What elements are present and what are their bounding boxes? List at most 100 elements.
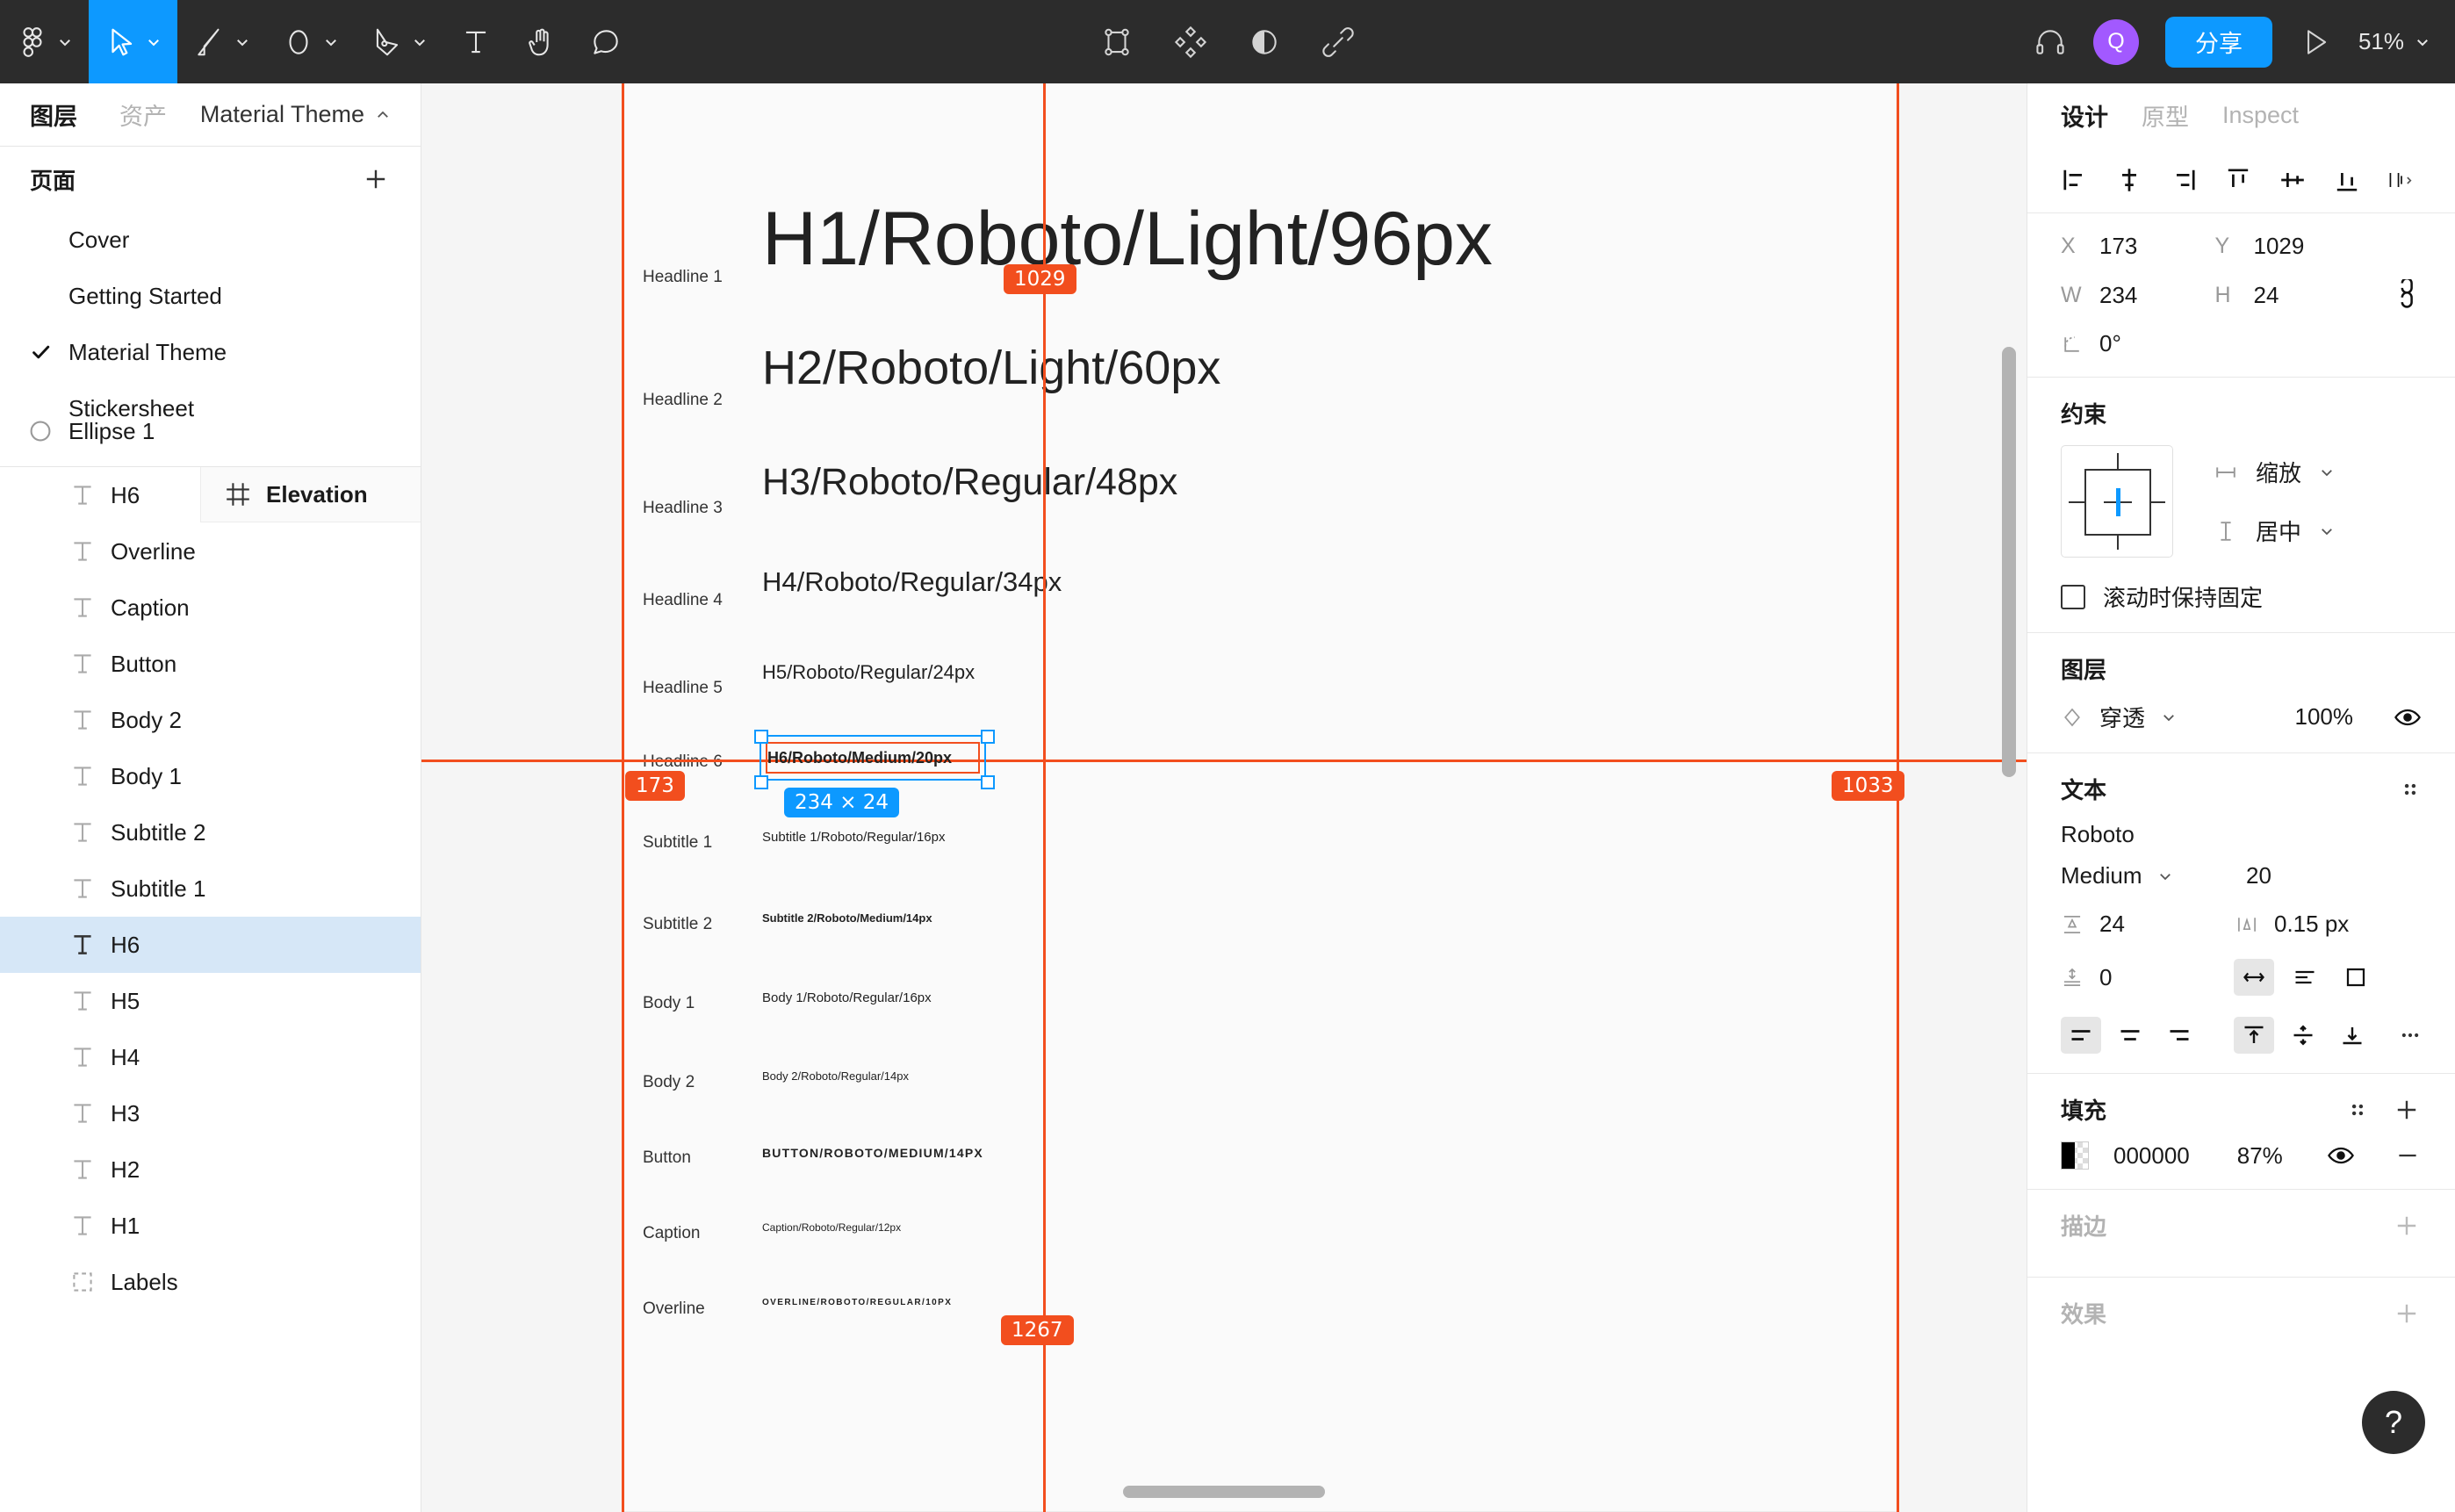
text-align-right-icon[interactable] [2159,1017,2199,1054]
hand-tool-button[interactable] [508,0,573,83]
resize-handle-bottom-left[interactable] [754,775,768,789]
specimen-text[interactable]: Subtitle 1/Roboto/Regular/16px [762,830,945,845]
text-valign-top-icon[interactable] [2234,1017,2274,1054]
constrain-proportions-icon[interactable] [2395,279,2422,311]
layer-row-h1[interactable]: H1 [0,1198,421,1254]
link-icon[interactable] [1321,25,1355,59]
constraints-widget[interactable] [2061,445,2173,558]
eye-icon[interactable] [2327,1141,2355,1170]
plus-icon[interactable] [361,164,391,194]
fill-opacity-value[interactable]: 87% [2237,1142,2283,1170]
constraint-left-mark[interactable] [2069,501,2084,503]
specimen-text[interactable]: OVERLINE/ROBOTO/REGULAR/10PX [762,1298,952,1307]
style-picker-icon[interactable] [2346,1098,2369,1121]
letter-spacing-field[interactable]: 0.15 px [2209,911,2422,938]
text-settings-icon[interactable] [2399,778,2422,801]
fill-color-swatch[interactable] [2061,1141,2089,1170]
specimen-text[interactable]: H3/Roboto/Regular/48px [762,461,1177,504]
align-top-icon[interactable] [2224,166,2252,194]
layer-row-subtitle-2[interactable]: Subtitle 2 [0,804,421,860]
text-valign-middle-icon[interactable] [2283,1017,2323,1054]
height-field[interactable]: H 24 [2215,282,2370,309]
constraint-center-vertical-mark-active[interactable] [2116,488,2120,516]
auto-width-icon[interactable] [2234,959,2274,996]
specimen-text[interactable]: Body 2/Roboto/Regular/14px [762,1069,909,1083]
layer-row-h3[interactable]: H3 [0,1085,421,1141]
canvas-horizontal-scrollbar[interactable] [1123,1486,1325,1498]
mask-icon[interactable] [1248,25,1281,59]
layer-row-elevation-frame[interactable]: Elevation [200,467,421,522]
layer-row-overline[interactable]: Overline [0,523,421,580]
text-align-left-icon[interactable] [2061,1017,2101,1054]
specimen-text[interactable]: H2/Roboto/Light/60px [762,341,1220,395]
more-options-icon[interactable] [2399,1024,2422,1047]
component-icon[interactable] [1174,25,1207,59]
text-valign-bottom-icon[interactable] [2332,1017,2372,1054]
distribute-icon[interactable] [2387,166,2422,194]
design-canvas[interactable]: Headline 1 H1/Roboto/Light/96px Headline… [421,83,2027,1512]
tab-layers[interactable]: 图层 [30,97,77,132]
pen-tool-button[interactable] [355,0,443,83]
align-right-icon[interactable] [2170,166,2198,194]
plus-icon[interactable] [2392,1211,2422,1241]
constraint-top-mark[interactable] [2117,453,2119,469]
layer-row-button[interactable]: Button [0,636,421,692]
page-item-cover[interactable]: Cover [0,212,421,268]
constraint-right-mark[interactable] [2149,501,2165,503]
layer-row-labels[interactable]: Labels [0,1254,421,1310]
page-item-getting-started[interactable]: Getting Started [0,268,421,324]
eye-icon[interactable] [2394,703,2422,731]
align-horizontal-center-icon[interactable] [2115,166,2143,194]
tab-design[interactable]: 设计 [2061,98,2108,133]
present-play-icon[interactable] [2299,25,2332,59]
specimen-text-selected[interactable]: H6/Roboto/Medium/20px [767,749,952,767]
avatar[interactable]: Q [2092,18,2139,65]
font-size-field[interactable]: 20 [2209,862,2422,889]
fill-color-hex[interactable]: 000000 [2113,1142,2190,1170]
resize-handle-top-right[interactable] [981,730,995,744]
tab-assets[interactable]: 资产 [119,97,167,132]
pencil-tool-button[interactable] [177,0,266,83]
align-bottom-icon[interactable] [2333,166,2361,194]
font-weight-dropdown[interactable]: Medium [2061,862,2209,889]
constraint-horizontal-dropdown[interactable]: 缩放 [2214,456,2335,488]
layer-row-caption[interactable]: Caption [0,580,421,636]
blend-mode-value[interactable]: 穿透 [2099,701,2145,733]
layer-row-h2[interactable]: H2 [0,1141,421,1198]
layer-row-ellipse-1[interactable]: Ellipse 1 [0,403,421,459]
layer-row-subtitle-1[interactable]: Subtitle 1 [0,860,421,917]
line-height-field[interactable]: 24 [2061,911,2209,938]
layer-row-body-2[interactable]: Body 2 [0,692,421,748]
specimen-text[interactable]: H4/Roboto/Regular/34px [762,566,1062,598]
align-left-icon[interactable] [2061,166,2089,194]
paragraph-spacing-field[interactable]: 0 [2061,964,2209,991]
fixed-size-icon[interactable] [2336,959,2376,996]
help-button[interactable]: ? [2362,1391,2425,1454]
layer-opacity-value[interactable]: 100% [2295,703,2354,731]
font-family-value[interactable]: Roboto [2061,821,2422,848]
resize-handle-top-left[interactable] [754,730,768,744]
resize-handle-bottom-right[interactable] [981,775,995,789]
specimen-text[interactable]: BUTTON/ROBOTO/MEDIUM/14PX [762,1146,983,1160]
file-name-dropdown[interactable]: Material Theme [200,101,391,128]
share-button[interactable]: 分享 [2164,16,2272,68]
layer-row-h4[interactable]: H4 [0,1029,421,1085]
x-field[interactable]: X 173 [2061,233,2215,260]
layer-row-h6-selected[interactable]: H6 [0,917,421,973]
width-field[interactable]: W 234 [2061,282,2215,309]
shape-tool-button[interactable] [266,0,355,83]
fix-on-scroll-row[interactable]: 滚动时保持固定 [2061,580,2422,613]
specimen-text[interactable]: Subtitle 2/Roboto/Medium/14px [762,911,932,925]
move-tool-button[interactable] [89,0,177,83]
text-tool-button[interactable] [443,0,508,83]
zoom-control[interactable]: 51% [2358,28,2430,55]
layer-row-h5[interactable]: H5 [0,973,421,1029]
page-item-material-theme[interactable]: Material Theme [0,324,421,380]
constraint-vertical-dropdown[interactable]: 居中 [2214,515,2335,547]
plus-icon[interactable] [2392,1095,2422,1125]
canvas-vertical-scrollbar[interactable] [2002,347,2016,777]
comment-tool-button[interactable] [573,0,638,83]
specimen-text[interactable]: H1/Roboto/Light/96px [762,196,1493,283]
headphones-icon[interactable] [2034,25,2067,59]
minus-icon[interactable] [2394,1141,2422,1170]
